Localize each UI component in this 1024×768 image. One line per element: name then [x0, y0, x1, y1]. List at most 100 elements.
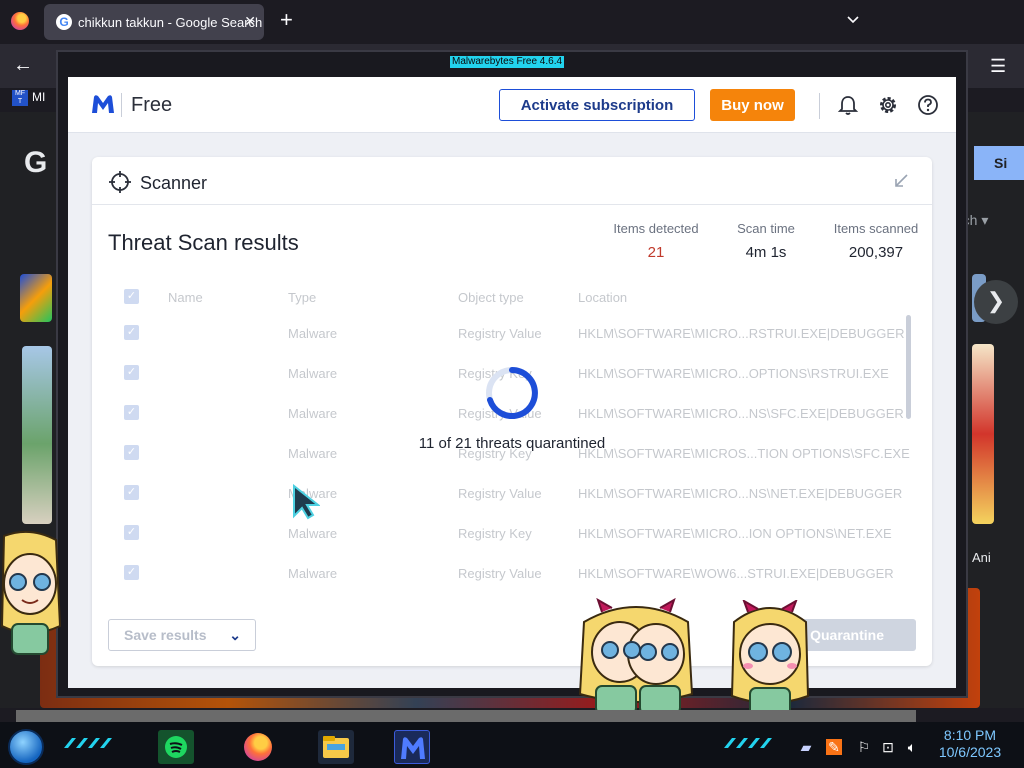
google-logo[interactable]: G	[24, 146, 47, 180]
bookmark-favicon-icon: MF T	[12, 90, 28, 106]
header-divider	[819, 93, 820, 119]
spotify-taskbar-app[interactable]	[158, 730, 194, 764]
object-type: Registry Value	[458, 566, 542, 581]
malwarebytes-icon	[401, 737, 425, 759]
notification-muted-icon[interactable]: ⚐	[856, 739, 872, 755]
folder-icon	[323, 736, 349, 758]
bell-icon[interactable]	[837, 94, 859, 116]
table-row[interactable]: ✓ Malware Registry Key HKLM\SOFTWARE\MIC…	[108, 513, 916, 553]
google-favicon-icon: G	[56, 14, 72, 30]
row-checkbox[interactable]: ✓	[124, 405, 139, 420]
firefox-taskbar-app[interactable]	[240, 730, 276, 764]
stat-label: Items detected	[613, 221, 699, 236]
sign-in-button[interactable]: Si	[974, 146, 1024, 180]
select-all-checkbox[interactable]: ✓	[124, 289, 139, 304]
network-icon[interactable]: ⊡	[880, 739, 896, 755]
row-checkbox[interactable]: ✓	[124, 525, 139, 540]
column-header[interactable]: Type	[288, 290, 316, 305]
loading-spinner-icon	[486, 367, 538, 419]
table-scrollbar[interactable]	[906, 315, 911, 419]
malwarebytes-logo-icon	[92, 95, 114, 113]
new-tab-button[interactable]: +	[280, 9, 293, 31]
save-results-label: Save results	[124, 627, 207, 643]
threat-type: Malware	[288, 526, 338, 541]
column-header[interactable]: Object type	[458, 290, 524, 305]
list-all-tabs-icon[interactable]	[846, 13, 860, 27]
edition-label: Free	[131, 94, 173, 116]
row-checkbox[interactable]: ✓	[124, 485, 139, 500]
image-result-thumbnail[interactable]	[22, 346, 52, 524]
scan-time-stat: Scan time 4m 1s	[726, 221, 806, 261]
header-divider	[121, 93, 122, 117]
scanner-panel-header: Scanner	[92, 157, 932, 205]
next-results-button[interactable]: ❯	[974, 280, 1018, 324]
row-checkbox[interactable]: ✓	[124, 365, 139, 380]
stat-label: Scan time	[737, 221, 795, 236]
gear-icon[interactable]	[877, 94, 899, 116]
page-horizontal-scrollbar[interactable]	[16, 710, 916, 722]
clock-date: 10/6/2023	[938, 744, 1002, 760]
threat-type: Malware	[288, 566, 338, 581]
show-desktop-icon[interactable]: ▰	[798, 739, 814, 755]
back-button[interactable]: ←	[13, 54, 33, 77]
bookmark-item[interactable]: MF T MI	[12, 90, 45, 106]
table-header-row: ✓ Name Type Object type Location	[108, 277, 916, 317]
image-result-thumbnail[interactable]	[20, 274, 52, 322]
file-explorer-taskbar-app[interactable]	[318, 730, 354, 764]
browser-tab[interactable]: G chikkun takkun - Google Search ✕	[44, 4, 264, 40]
threat-location: HKLM\SOFTWARE\MICRO...NS\SFC.EXE|DEBUGGE…	[578, 406, 904, 421]
tab-title: chikkun takkun - Google Search	[78, 15, 263, 30]
object-type: Registry Value	[458, 326, 542, 341]
threat-location: HKLM\SOFTWARE\MICRO...ION OPTIONS\NET.EX…	[578, 526, 892, 541]
threat-type: Malware	[288, 406, 338, 421]
threat-location: HKLM\SOFTWARE\MICRO...RSTRUI.EXE|DEBUGGE…	[578, 326, 905, 341]
object-type: Registry Key	[458, 526, 532, 541]
firefox-logo-icon[interactable]	[11, 12, 29, 30]
clock-time: 8:10 PM	[943, 727, 997, 743]
collapse-panel-icon[interactable]	[892, 172, 910, 190]
firefox-icon	[244, 733, 272, 761]
tab-close-icon[interactable]: ✕	[244, 13, 256, 30]
star-character-sticker	[0, 530, 62, 655]
object-type: Registry Value	[458, 486, 542, 501]
app-menu-button[interactable]: ☰	[990, 56, 1006, 77]
row-checkbox[interactable]: ✓	[124, 325, 139, 340]
table-row[interactable]: ✓ Malware Registry Value HKLM\SOFTWARE\M…	[108, 313, 916, 353]
scanner-title: Scanner	[140, 173, 208, 193]
items-detected-stat: Items detected 21	[608, 221, 704, 261]
help-icon[interactable]	[917, 94, 939, 116]
crosshair-icon	[109, 171, 131, 193]
stat-value: 21	[647, 244, 665, 261]
table-row[interactable]: ✓ Malware Registry Value HKLM\SOFTWARE\M…	[108, 473, 916, 513]
taskbar-decoration	[724, 738, 772, 748]
bookmark-label: MI	[32, 90, 46, 105]
activate-subscription-button[interactable]: Activate subscription	[499, 89, 695, 121]
column-header[interactable]: Location	[578, 290, 627, 305]
threat-location: HKLM\SOFTWARE\WOW6...STRUI.EXE|DEBUGGER	[578, 566, 894, 581]
buy-now-button[interactable]: Buy now	[710, 89, 795, 121]
app-tray-icon[interactable]: ✎	[826, 739, 842, 755]
table-row[interactable]: ✓ Malware Registry Value HKLM\SOFTWARE\W…	[108, 553, 916, 593]
row-checkbox[interactable]: ✓	[124, 565, 139, 580]
column-header[interactable]: Name	[168, 290, 203, 305]
start-button[interactable]	[8, 729, 44, 765]
quarantine-progress-text: 11 of 21 threats quarantined	[418, 435, 606, 452]
scanner-panel: Scanner Threat Scan results Items detect…	[92, 157, 932, 666]
star-character-sticker	[730, 600, 810, 717]
save-results-button[interactable]: Save results ⌄	[108, 619, 256, 651]
items-scanned-stat: Items scanned 200,397	[828, 221, 924, 261]
malwarebytes-app: Free Activate subscription Buy now Scann…	[68, 77, 956, 688]
threat-type: Malware	[288, 366, 338, 381]
threat-location: HKLM\SOFTWARE\MICRO...OPTIONS\RSTRUI.EXE	[578, 366, 889, 381]
system-clock[interactable]: 8:10 PM 10/6/2023	[930, 727, 1010, 761]
spotify-icon	[165, 736, 187, 758]
stat-value: 4m 1s	[745, 244, 787, 261]
window-title: Malwarebytes Free 4.6.4	[450, 56, 565, 68]
mouse-cursor-icon	[293, 484, 320, 520]
volume-icon[interactable]: 🔈︎	[904, 739, 920, 755]
image-result-thumbnail[interactable]	[972, 344, 994, 524]
taskbar-decoration	[64, 738, 112, 748]
malwarebytes-taskbar-app[interactable]	[394, 730, 430, 764]
star-character-sticker	[578, 598, 694, 715]
threats-table: ✓ Name Type Object type Location ✓ Malwa…	[108, 277, 916, 581]
